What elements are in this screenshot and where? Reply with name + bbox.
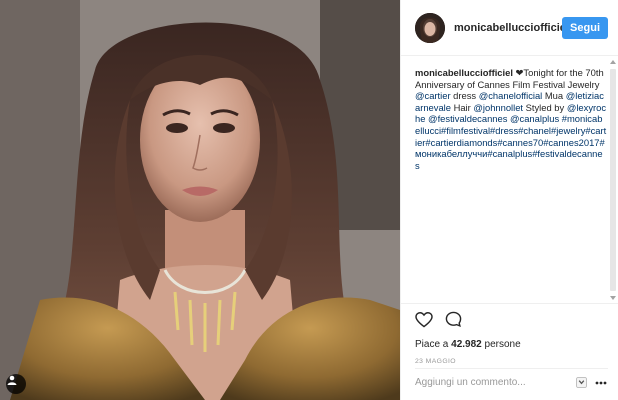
caption-fragment: Styled by: [523, 101, 567, 113]
likes-count[interactable]: Piace a 42.982 persone: [415, 339, 605, 350]
post-actions: Piace a 42.982 persone 23 MAGGIO: [401, 303, 618, 365]
post-photo[interactable]: [0, 0, 400, 400]
scroll-down-icon[interactable]: [610, 296, 616, 300]
post-side-panel: monicabellucciofficiel Segui monicabellu…: [400, 0, 618, 400]
caption-fragment: dress: [450, 90, 479, 102]
follow-button[interactable]: Segui: [562, 16, 608, 39]
post-header: monicabellucciofficiel Segui: [401, 0, 618, 56]
caption-text: monicabellucciofficiel ❤Tonight for the …: [415, 67, 607, 171]
caption-username[interactable]: monicabellucciofficiel: [415, 67, 513, 78]
caption-fragment: Mua: [542, 90, 566, 102]
mention-link[interactable]: @canalplus: [510, 113, 559, 124]
comment-bar: [415, 368, 608, 396]
user-tag-icon[interactable]: [6, 374, 26, 394]
mention-link[interactable]: @festivaldecannes: [428, 113, 507, 124]
mention-link[interactable]: @johnnollet: [473, 102, 523, 113]
portrait-image: [0, 0, 400, 400]
likes-suffix: persone: [481, 339, 521, 350]
comment-icon[interactable]: [445, 311, 462, 333]
save-icon[interactable]: [574, 376, 588, 390]
heart-icon[interactable]: [415, 311, 433, 333]
comment-input[interactable]: [415, 377, 568, 388]
scroll-thumb[interactable]: [610, 69, 616, 291]
caption-area: monicabellucciofficiel ❤Tonight for the …: [401, 57, 618, 303]
post-date[interactable]: 23 MAGGIO: [415, 358, 605, 365]
avatar[interactable]: [415, 12, 445, 43]
caption-scrollbar[interactable]: [608, 57, 618, 303]
mention-link[interactable]: @chanelofficial: [479, 90, 543, 101]
likes-prefix: Piace a: [415, 339, 452, 350]
likes-number: 42.982: [451, 339, 482, 350]
more-options-icon[interactable]: [594, 376, 608, 390]
scroll-up-icon[interactable]: [610, 60, 616, 64]
username-link[interactable]: monicabellucciofficiel: [454, 22, 562, 34]
caption-fragment: Hair: [450, 101, 474, 113]
mention-link[interactable]: @cartier: [415, 90, 451, 101]
